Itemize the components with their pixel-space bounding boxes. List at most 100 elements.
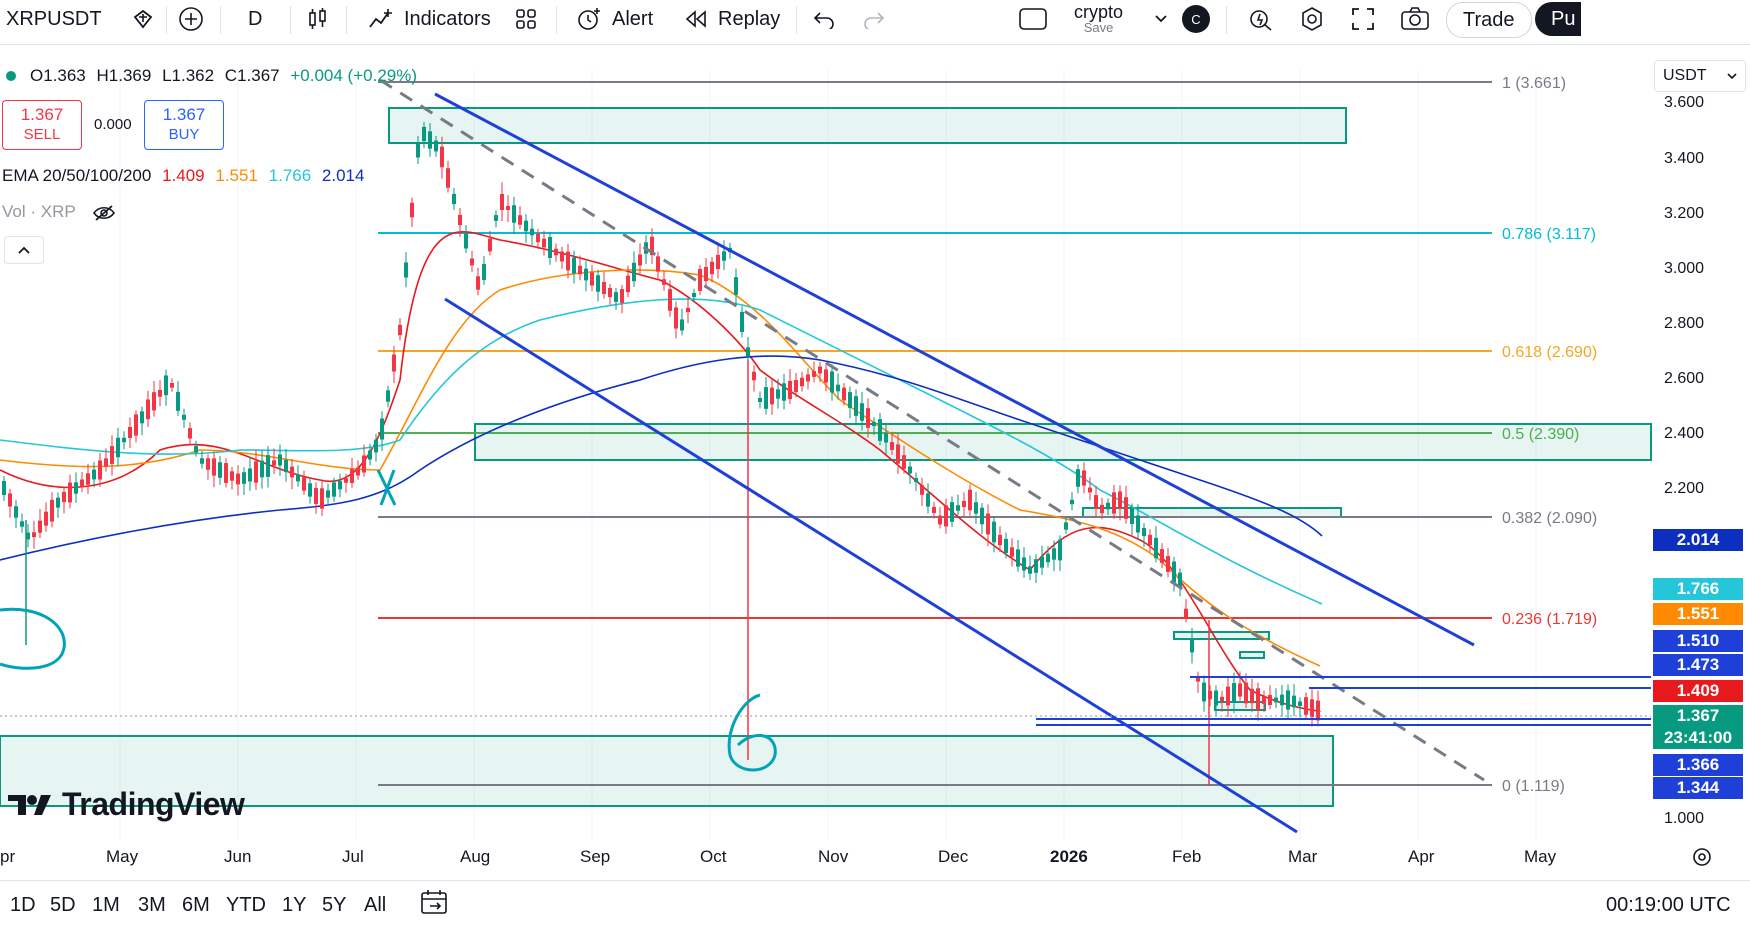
price-scale-label: 23:41:00: [1653, 727, 1743, 749]
time-tick-label: May: [1524, 847, 1557, 866]
candle-body: [458, 214, 462, 226]
time-axis[interactable]: pr May Jun Jul Aug Sep Oct Nov Dec 2026 Feb Mar Apr M…: [0, 847, 1557, 866]
time-tick-label: pr: [0, 847, 15, 866]
range-button[interactable]: 1M: [92, 894, 120, 917]
candle-body: [1304, 697, 1308, 715]
ema-title: EMA 20/50/100/200: [2, 166, 152, 185]
candle-body: [170, 382, 174, 388]
axis-settings-gear-icon[interactable]: [1690, 845, 1714, 874]
price-scale-label: 1.766: [1653, 578, 1743, 600]
candle-body: [608, 287, 612, 298]
currency-value: USDT: [1663, 67, 1707, 84]
candle-body: [134, 414, 138, 436]
currency-select[interactable]: USDT: [1654, 60, 1746, 92]
candle-body: [374, 439, 378, 453]
candle-body: [866, 408, 870, 428]
hand-annotations: [0, 469, 777, 772]
candle-body: [518, 215, 522, 225]
candle-body: [1016, 549, 1020, 567]
time-tick-label: Apr: [1408, 847, 1435, 866]
candle-body: [1070, 499, 1074, 505]
range-button[interactable]: 1Y: [282, 894, 306, 917]
candle-body: [614, 292, 618, 302]
candle-body: [428, 131, 432, 149]
chevron-down-icon: [1727, 73, 1737, 80]
ema-line: [0, 231, 1321, 713]
candle-body: [884, 433, 888, 443]
utc-clock[interactable]: 00:19:00 UTC: [1606, 894, 1731, 917]
candle-body: [974, 502, 978, 514]
candle-body: [806, 374, 810, 382]
candle-body: [512, 205, 516, 223]
candle-body: [1118, 491, 1122, 509]
candle-body: [398, 324, 402, 336]
channel-upper-line: [434, 92, 1475, 647]
time-tick-label: Dec: [938, 847, 969, 866]
collapse-legend-button[interactable]: [4, 236, 44, 264]
candle-body: [1124, 497, 1128, 519]
eye-hidden-icon[interactable]: [92, 204, 116, 222]
candle-body: [266, 455, 270, 477]
range-button[interactable]: All: [364, 894, 386, 917]
candle-body: [980, 507, 984, 525]
candle-body: [824, 369, 828, 383]
ohlc-change: +0.004 (+0.29%): [290, 66, 418, 85]
range-button[interactable]: 5D: [50, 894, 76, 917]
time-tick-label: Jun: [224, 847, 251, 866]
candle-body: [254, 461, 258, 483]
price-tick-label: 3.200: [1664, 205, 1704, 222]
candle-body: [704, 266, 708, 282]
candle-body: [740, 311, 744, 333]
candle-body: [560, 251, 564, 262]
candle-body: [926, 493, 930, 507]
fib-level-label: 0.382 (2.090): [1502, 510, 1597, 527]
range-button[interactable]: YTD: [226, 894, 266, 917]
candle-body: [722, 251, 726, 261]
price-chart[interactable]: 1 (3.661) 0.786 (3.117) 0.618 (2.690) 0.5 (…: [0, 0, 1750, 880]
market-open-dot: [6, 71, 16, 81]
sell-button[interactable]: 1.367 SELL: [2, 100, 82, 150]
candle-body: [464, 233, 468, 249]
range-button[interactable]: 5Y: [322, 894, 346, 917]
candle-body: [200, 458, 204, 464]
candle-body: [1214, 690, 1218, 706]
volume-legend[interactable]: Vol · XRP: [2, 202, 116, 222]
candle-body: [1154, 537, 1158, 559]
price-tick-label: 2.600: [1664, 370, 1704, 387]
candle-body: [122, 437, 126, 443]
range-button[interactable]: 3M: [138, 894, 166, 917]
candle-body: [1058, 539, 1062, 561]
candle-body: [914, 477, 918, 483]
candle-body: [290, 466, 294, 478]
candle-body: [698, 269, 702, 291]
price-tick-label: 3.000: [1664, 260, 1704, 277]
candle-body: [1034, 559, 1038, 573]
candle-body: [230, 471, 234, 481]
sell-price: 1.367: [20, 105, 64, 124]
candle-body: [1244, 682, 1248, 704]
candle-body: [596, 275, 600, 292]
ohlc-open: O1.363: [30, 66, 86, 85]
fib-level-label: 0.786 (3.117): [1502, 226, 1596, 243]
range-button[interactable]: 1D: [10, 894, 36, 917]
candle-body: [308, 483, 312, 497]
candle-body: [164, 375, 168, 396]
candle-body: [242, 472, 246, 484]
candle-body: [1184, 608, 1188, 618]
ema20-value: 1.409: [162, 166, 205, 185]
candle-body: [782, 383, 786, 401]
ema-line: [0, 269, 1321, 667]
candle-body: [1040, 556, 1044, 568]
ema-legend[interactable]: EMA 20/50/100/200 1.409 1.551 1.766 2.01…: [2, 166, 364, 186]
candle-body: [842, 387, 846, 401]
tradingview-logo: TradingView: [6, 786, 245, 823]
date-range-calendar-icon[interactable]: [420, 889, 450, 922]
candle-body: [1274, 697, 1278, 703]
candle-body: [32, 532, 36, 538]
candle-body: [380, 418, 384, 440]
range-button[interactable]: 6M: [182, 894, 210, 917]
candle-body: [1100, 504, 1104, 514]
candle-body: [1022, 557, 1026, 571]
buy-button[interactable]: 1.367 BUY: [144, 100, 224, 150]
resistance-zone-top: [388, 107, 1347, 144]
